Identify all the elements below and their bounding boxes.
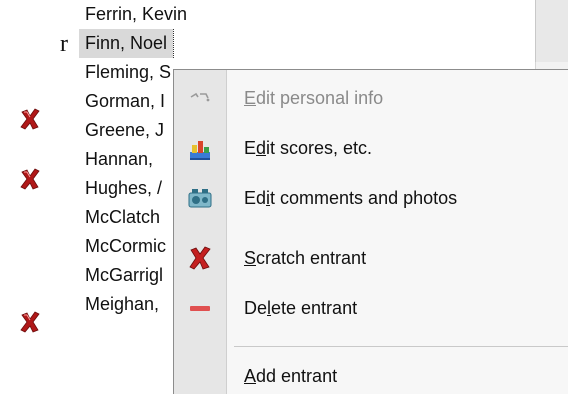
delete-minus-icon [190,306,210,311]
menu-item-delete-entrant[interactable]: Delete entrant [174,284,568,332]
list-scrollbar-thumb[interactable] [535,0,568,62]
scratch-x-icon [20,311,40,333]
list-item[interactable]: Ferrin, Kevin [79,0,529,29]
personal-info-icon [190,92,210,102]
scratch-x-icon [20,168,40,190]
entrant-name: McClatch [85,207,161,227]
scores-chart-icon [190,141,210,160]
entrant-name: Hannan, [85,149,154,169]
menu-item-label: Edit comments and photos [244,188,458,208]
entrant-name: McGarrigl [85,265,164,285]
entrant-name: Hughes, / [85,178,163,198]
menu-item-label: Scratch entrant [244,248,367,268]
app-window: r Ferrin, Kevin Finn, Noel Fleming, S Go… [0,0,568,394]
menu-item-edit-comments-photos[interactable]: Edit comments and photos [174,174,568,222]
entrant-name: Fleming, S [85,62,172,82]
comments-photos-icon [188,189,212,208]
entrant-name: Meighan, [85,294,160,314]
menu-item-scratch-entrant[interactable]: Scratch entrant [174,234,568,282]
list-item-selected[interactable]: Finn, Noel [79,29,529,58]
menu-item-label: Delete entrant [244,298,358,318]
entrant-name: McCormic [85,236,166,256]
menu-item-label: Add entrant [244,366,338,386]
context-menu: Edit personal info Edit scores, etc. Edi… [173,69,568,394]
entrant-name: Finn, Noel [79,29,175,58]
background-text-fragment: r [60,31,68,57]
scratch-x-icon [20,108,40,130]
menu-item-edit-personal-info[interactable]: Edit personal info [174,74,568,122]
entrant-name: Ferrin, Kevin [85,4,188,24]
entrant-name: Greene, J [85,120,165,140]
menu-item-add-entrant[interactable]: Add entrant [174,352,568,394]
menu-item-label: Edit scores, etc. [244,138,373,158]
scratch-x-icon [189,246,211,270]
entrant-name: Gorman, I [85,91,166,111]
menu-separator [234,346,568,347]
menu-item-label: Edit personal info [244,88,384,108]
menu-item-edit-scores[interactable]: Edit scores, etc. [174,124,568,172]
add-entrant-icon [186,362,214,390]
